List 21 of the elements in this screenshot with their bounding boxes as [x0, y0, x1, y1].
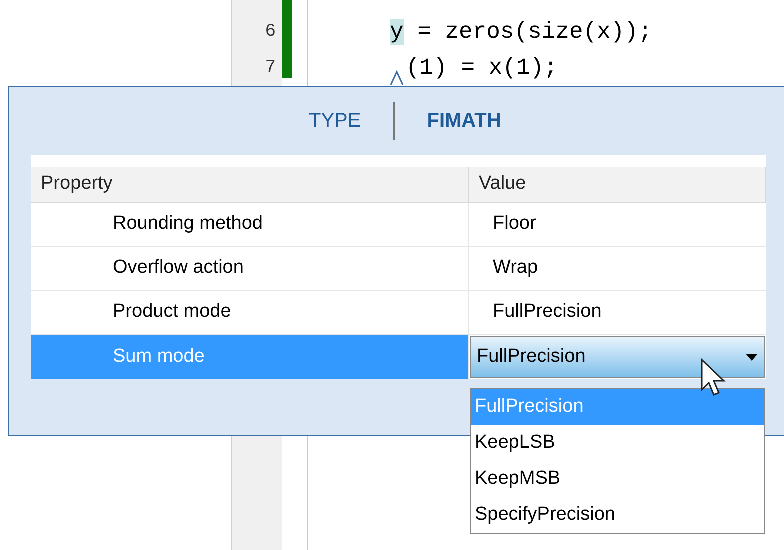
- property-name: Rounding method: [113, 212, 263, 236]
- code-line: y = zeros(size(x));: [390, 18, 652, 47]
- table-row[interactable]: Sum mode FullPrecision: [31, 335, 766, 379]
- line-number: 6: [265, 20, 276, 44]
- value-dropdown[interactable]: FullPrecision: [470, 336, 765, 378]
- dropdown-arrow-icon: [746, 354, 758, 360]
- column-header: Property: [31, 167, 469, 203]
- code-line: (1) = x(1);: [406, 54, 558, 83]
- property-value: FullPrecision: [493, 300, 602, 324]
- table-row[interactable]: Rounding method Floor: [31, 203, 766, 247]
- tab[interactable]: TYPE: [309, 106, 362, 136]
- property-name: Overflow action: [113, 256, 244, 280]
- column-header: Value: [469, 167, 766, 203]
- tab[interactable]: FIMATH: [427, 106, 502, 136]
- property-value: Floor: [493, 212, 536, 236]
- table-row[interactable]: Overflow action Wrap: [31, 247, 766, 291]
- table-row[interactable]: Product mode FullPrecision: [31, 291, 766, 335]
- property-value: Wrap: [493, 256, 538, 280]
- property-name: Sum mode: [113, 344, 205, 369]
- line-number: 7: [265, 56, 276, 80]
- property-name: Product mode: [113, 300, 232, 324]
